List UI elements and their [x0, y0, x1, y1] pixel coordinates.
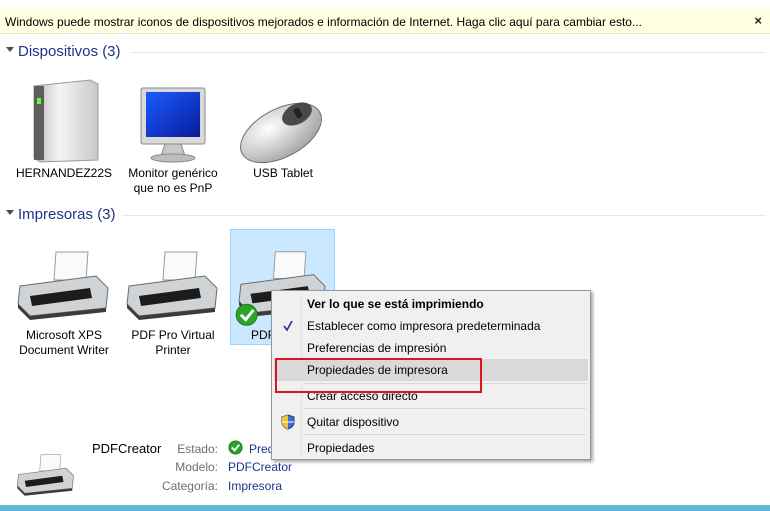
printer-icon [16, 454, 74, 496]
printer-label: Document Writer [19, 343, 109, 357]
computer-tower-icon [33, 79, 99, 163]
collapse-arrow-icon[interactable] [6, 210, 14, 215]
group-header-devices[interactable]: Dispositivos (3) [0, 42, 770, 62]
group-title-devices: Dispositivos (3) [18, 43, 121, 60]
printer-label: PDF Pro Virtual [131, 328, 215, 342]
printer-label: Printer [155, 343, 191, 357]
group-header-printers[interactable]: Impresoras (3) [0, 205, 770, 225]
menu-item-print-preferences[interactable]: Preferencias de impresión [274, 337, 588, 359]
printer-icon [17, 251, 109, 320]
group-title-printers: Impresoras (3) [18, 206, 116, 223]
device-label: que no es PnP [133, 181, 213, 195]
menu-separator [304, 434, 586, 435]
details-key-modelo: Modelo: [175, 460, 218, 474]
details-device-name: PDFCreator [92, 441, 162, 456]
menu-separator [304, 408, 586, 409]
uac-shield-icon [281, 414, 295, 430]
device-label: Monitor genérico [128, 166, 218, 180]
details-key-categoria: Categoría: [161, 479, 218, 493]
menu-item-label: Preferencias de impresión [307, 341, 447, 355]
printer-label: Microsoft XPS [25, 328, 103, 342]
menu-item-label: Ver lo que se está imprimiendo [307, 297, 484, 311]
checkmark-icon [283, 320, 293, 332]
device-label: HERNANDEZ22S [15, 166, 113, 180]
menu-item-set-default[interactable]: Establecer como impresora predeterminada [274, 315, 588, 337]
menu-item-label: Quitar dispositivo [307, 415, 400, 429]
window-bottom-border [0, 505, 770, 511]
menu-item-see-printing[interactable]: Ver lo que se está imprimiendo [274, 293, 588, 315]
group-divider [122, 215, 766, 216]
mouse-icon [240, 102, 322, 164]
menu-item-label: Propiedades [307, 441, 375, 455]
menu-item-label: Establecer como impresora predeterminada [307, 319, 541, 333]
info-bar-close-icon[interactable]: × [754, 13, 762, 28]
details-value-categoria: Impresora [228, 479, 283, 493]
highlight-annotation [275, 358, 482, 393]
details-value-modelo: PDFCreator [228, 460, 293, 474]
menu-item-properties[interactable]: Propiedades [274, 437, 588, 459]
details-key-estado: Estado: [177, 442, 218, 456]
collapse-arrow-icon[interactable] [6, 47, 14, 52]
status-ok-icon [228, 440, 243, 455]
info-bar-text[interactable]: Windows puede mostrar iconos de disposit… [5, 15, 642, 29]
info-bar[interactable]: Windows puede mostrar iconos de disposit… [0, 8, 770, 34]
device-label: USB Tablet [253, 166, 313, 180]
printer-icon [126, 251, 218, 320]
monitor-icon [140, 87, 206, 163]
group-divider [130, 52, 766, 53]
menu-item-remove-device[interactable]: Quitar dispositivo [274, 411, 588, 433]
window-top-strip [0, 0, 770, 8]
